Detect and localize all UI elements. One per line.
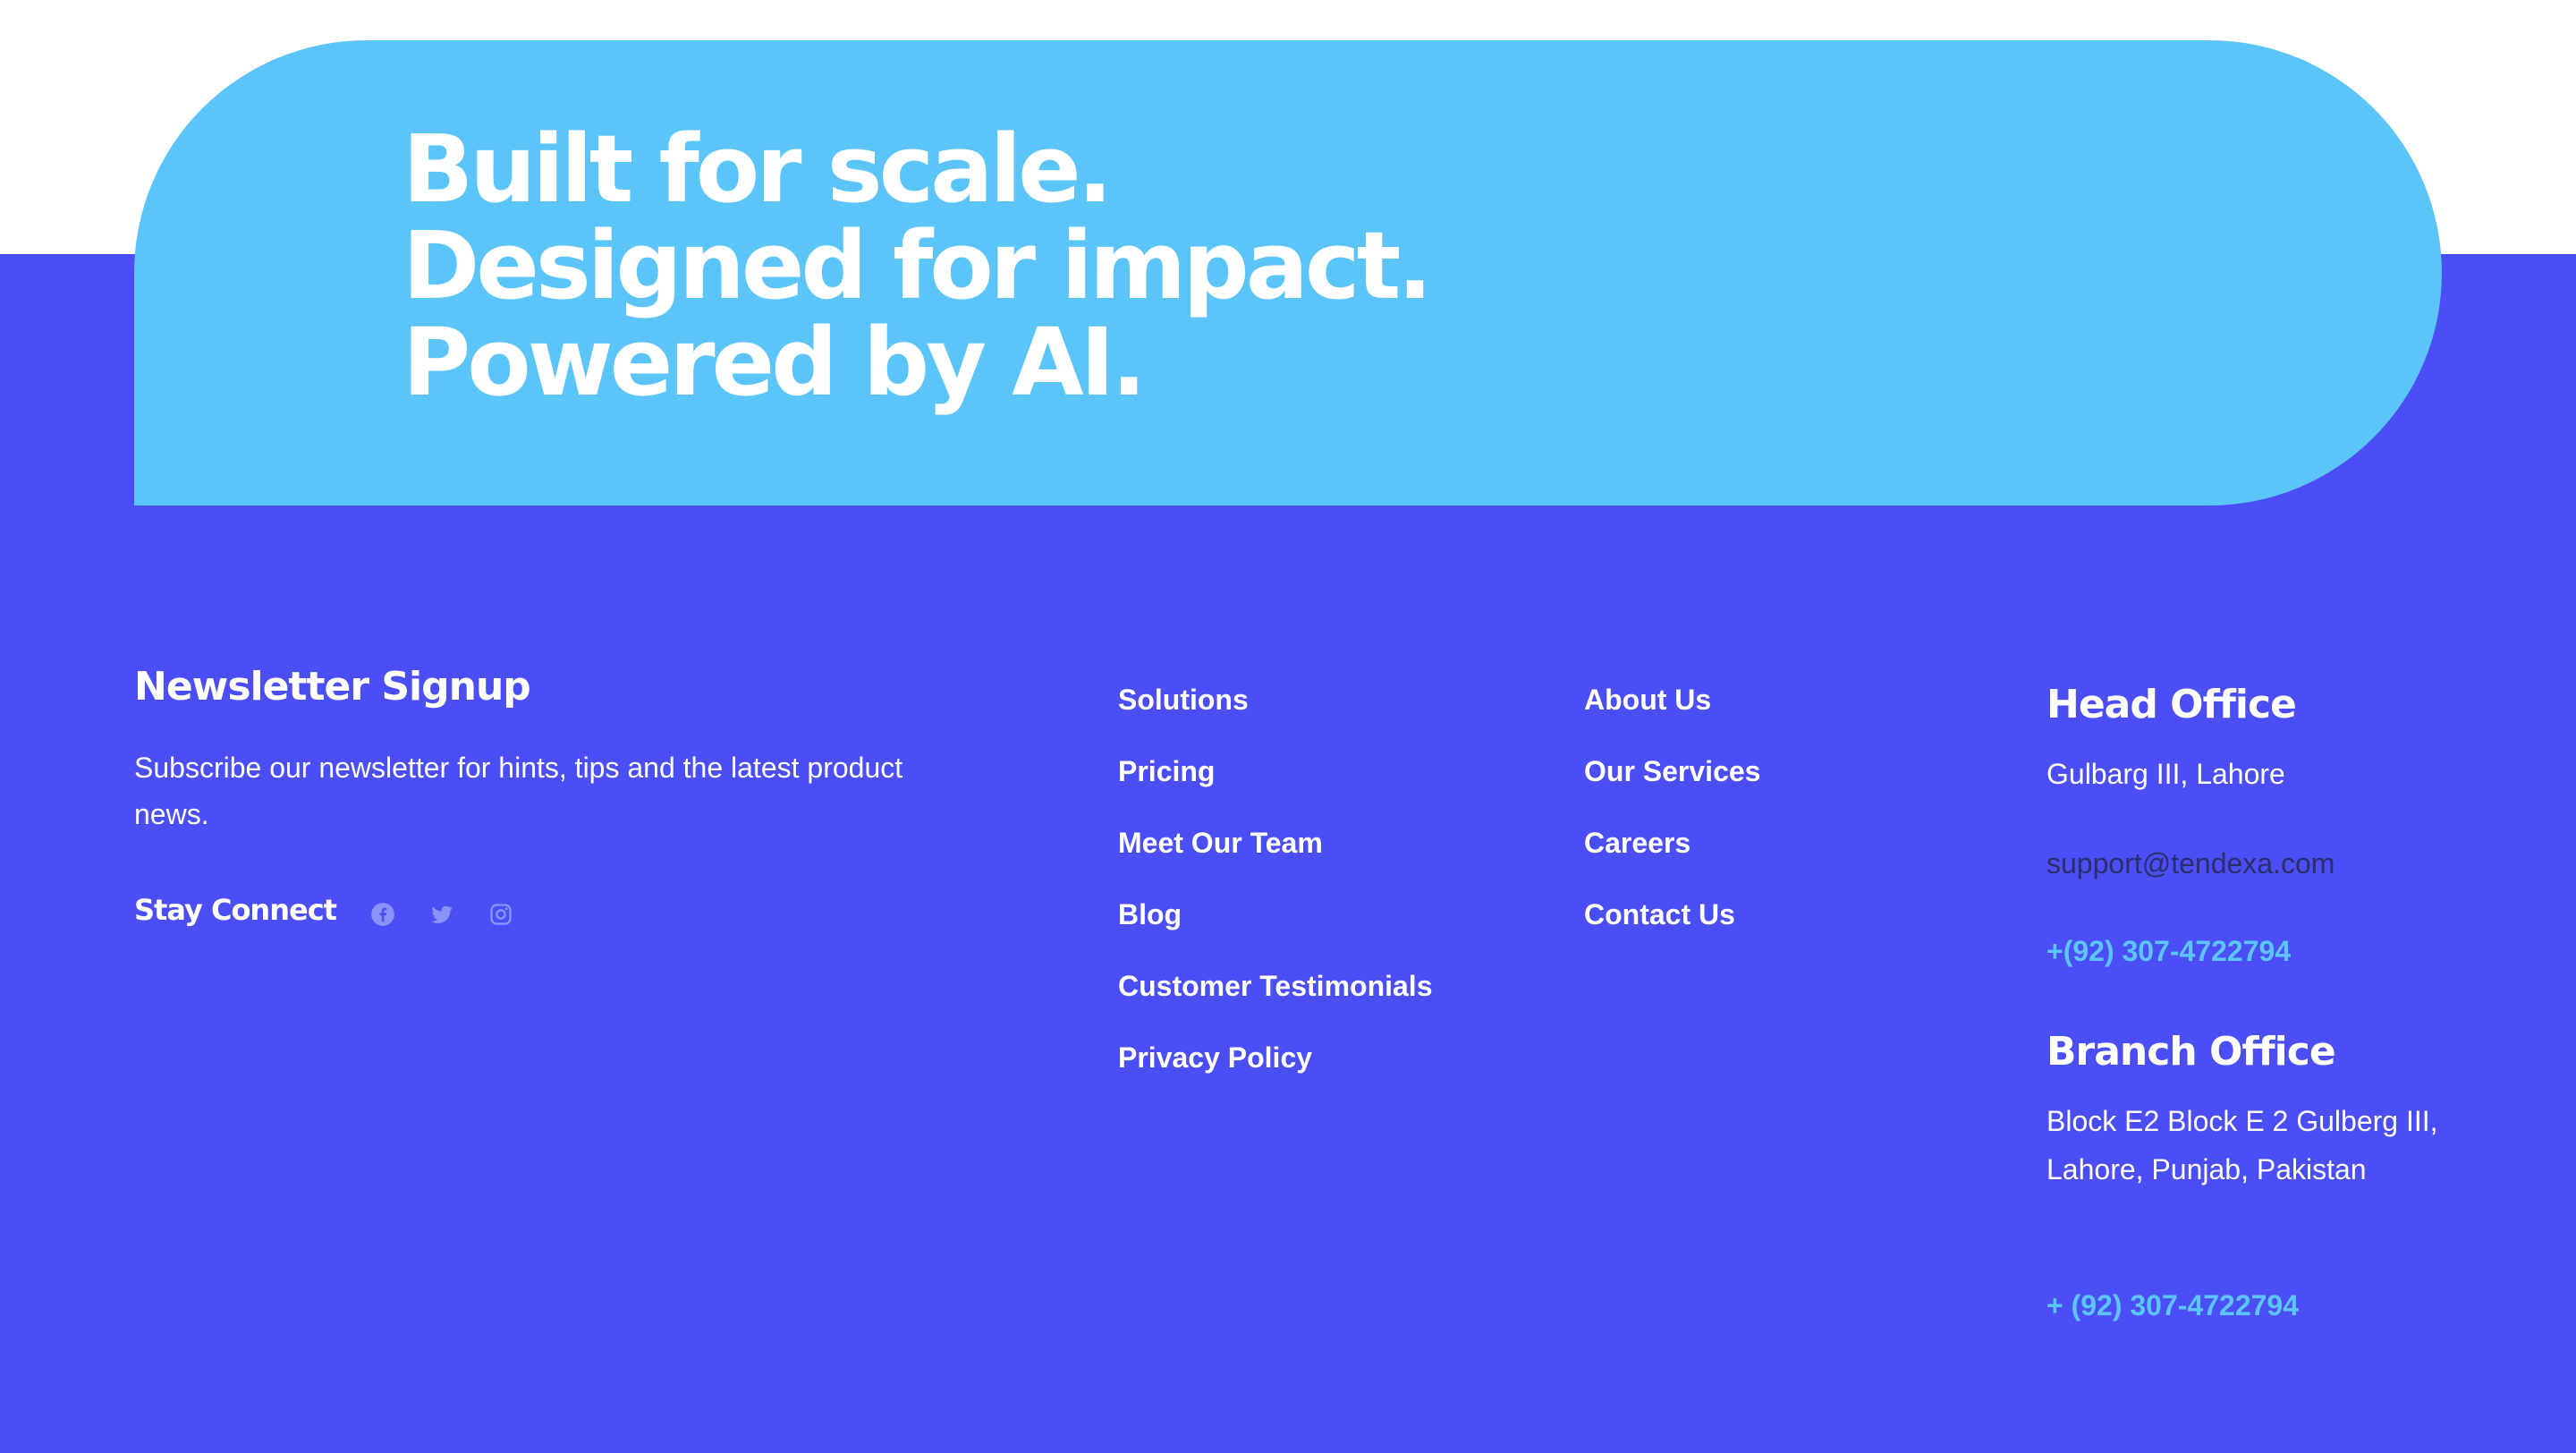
- link-about-us[interactable]: About Us: [1584, 682, 1760, 753]
- footer-links-primary: Solutions Pricing Meet Our Team Blog Cus…: [1118, 682, 1432, 1111]
- branch-office-address: Block E2 Block E 2 Gulberg III, Lahore, …: [2046, 1105, 2438, 1185]
- link-our-services[interactable]: Our Services: [1584, 753, 1760, 825]
- hero-line-3: Powered by AI.: [402, 308, 1147, 417]
- hero-line-2: Designed for impact.: [402, 211, 1433, 320]
- footer-links-secondary: About Us Our Services Careers Contact Us: [1584, 682, 1760, 968]
- branch-office-phone[interactable]: + (92) 307-4722794: [2046, 1281, 2299, 1330]
- hero-line-1: Built for scale.: [402, 115, 1113, 224]
- link-pricing[interactable]: Pricing: [1118, 753, 1432, 825]
- facebook-icon[interactable]: [369, 900, 397, 929]
- newsletter-description: Subscribe our newsletter for hints, tips…: [134, 752, 903, 830]
- head-office-email[interactable]: support@tendexa.com: [2046, 839, 2334, 888]
- twitter-icon[interactable]: [428, 900, 456, 929]
- instagram-icon[interactable]: [487, 900, 515, 929]
- head-office-address: Gulbarg III, Lahore: [2046, 758, 2285, 790]
- hero-banner: Built for scale. Designed for impact. Po…: [134, 40, 2442, 506]
- head-office-phone[interactable]: +(92) 307-4722794: [2046, 927, 2291, 975]
- link-privacy-policy[interactable]: Privacy Policy: [1118, 1040, 1432, 1111]
- head-office-title: Head Office: [2046, 682, 2297, 727]
- link-blog[interactable]: Blog: [1118, 896, 1432, 968]
- link-careers[interactable]: Careers: [1584, 825, 1760, 896]
- newsletter-title: Newsletter Signup: [134, 664, 531, 710]
- stay-connect-label: Stay Connect: [134, 893, 337, 927]
- link-contact-us[interactable]: Contact Us: [1584, 896, 1760, 968]
- link-meet-our-team[interactable]: Meet Our Team: [1118, 825, 1432, 896]
- link-customer-testimonials[interactable]: Customer Testimonials: [1118, 968, 1432, 1040]
- link-solutions[interactable]: Solutions: [1118, 682, 1432, 753]
- branch-office-title: Branch Office: [2046, 1029, 2336, 1075]
